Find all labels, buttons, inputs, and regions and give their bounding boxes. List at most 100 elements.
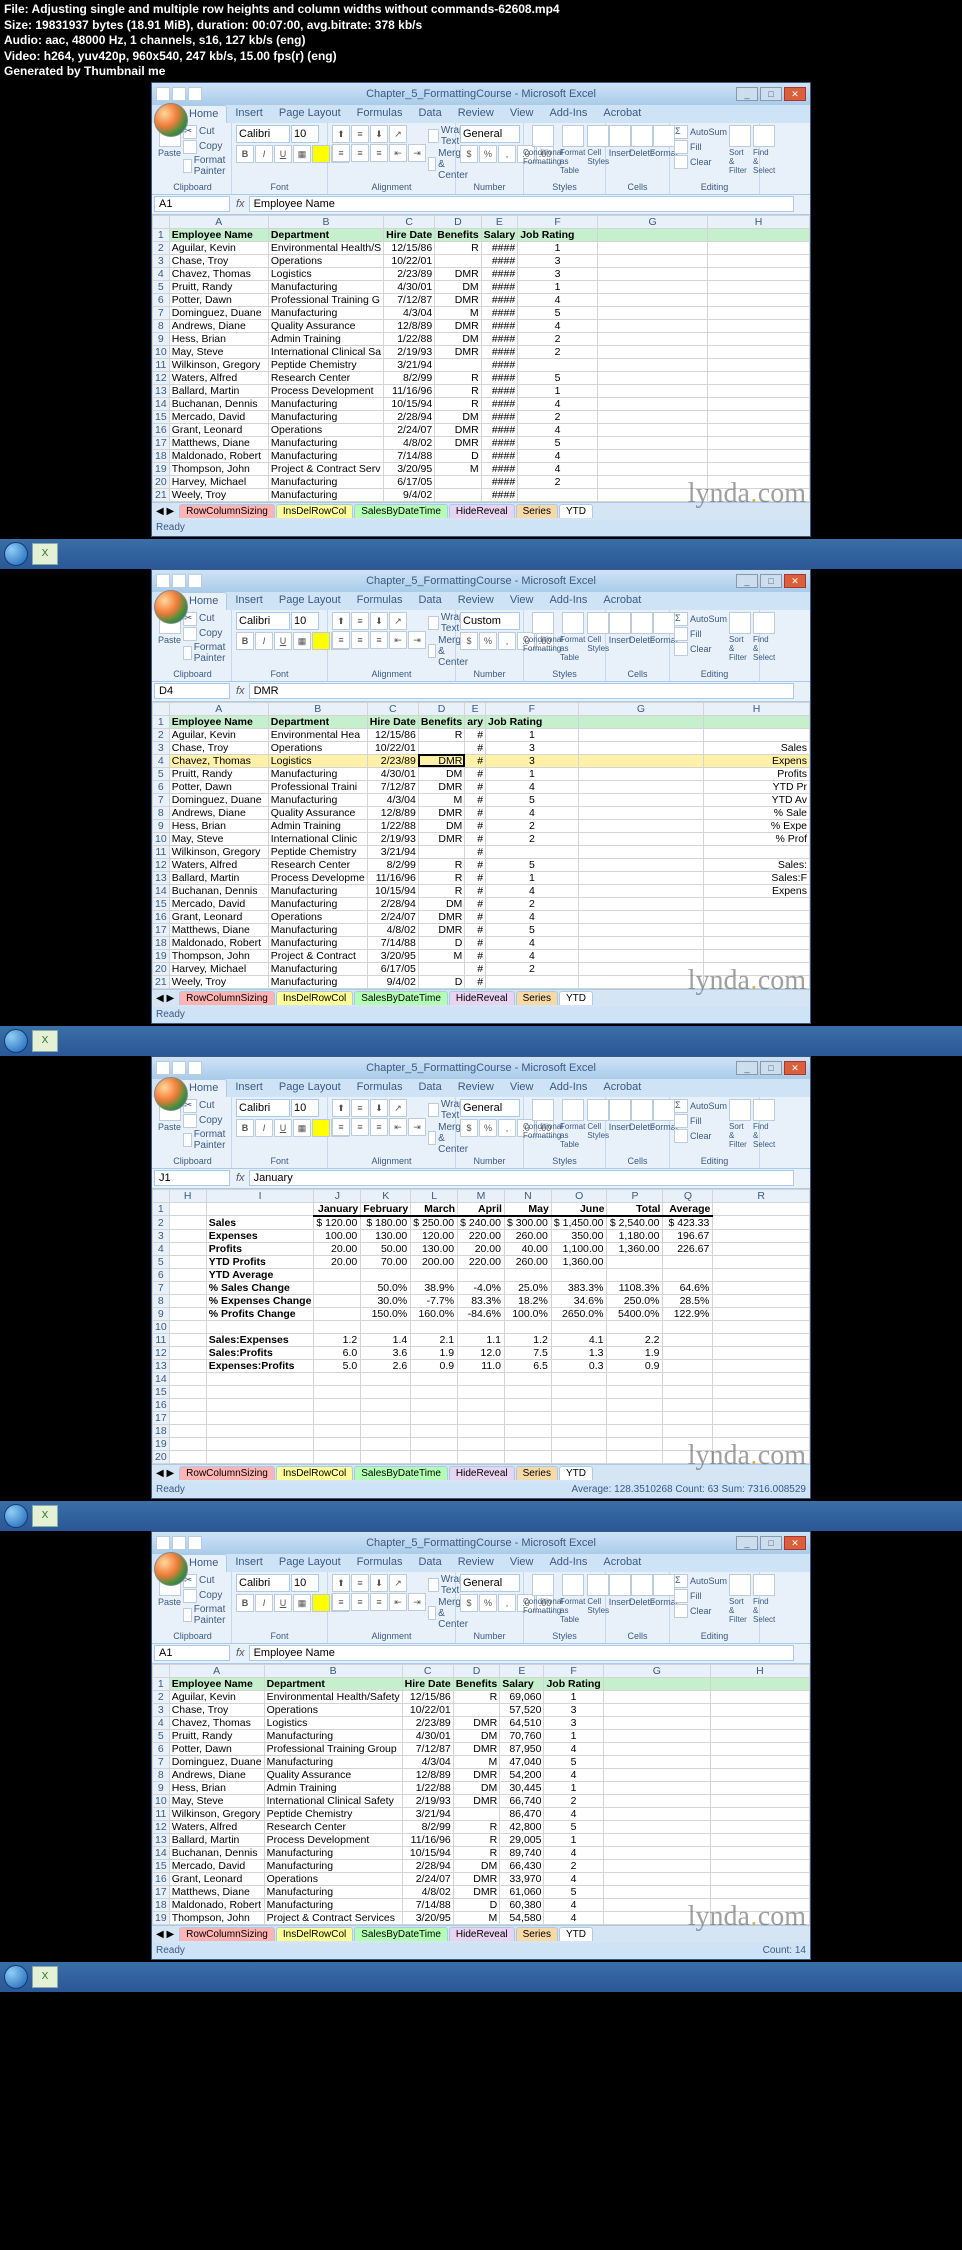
align-right[interactable]: ≡ bbox=[370, 1593, 388, 1611]
find-select-button[interactable]: Find & Select bbox=[753, 1574, 775, 1624]
align-cen[interactable]: ≡ bbox=[351, 1593, 369, 1611]
cell[interactable]: Maldonado, Robert bbox=[169, 449, 268, 462]
sheet-tab-1[interactable]: InsDelRowCol bbox=[276, 1927, 353, 1941]
cell[interactable]: # bbox=[465, 897, 486, 910]
cell[interactable]: Buchanan, Dennis bbox=[169, 884, 268, 897]
row-header[interactable]: 4 bbox=[153, 267, 170, 280]
underline-button[interactable]: U bbox=[274, 1119, 292, 1137]
clear-button[interactable]: Clear bbox=[674, 642, 727, 656]
align-mid[interactable]: ≡ bbox=[351, 612, 369, 630]
cell[interactable]: DM bbox=[453, 1859, 499, 1872]
cell[interactable]: #### bbox=[481, 254, 518, 267]
row-header[interactable]: 21 bbox=[153, 488, 170, 501]
cell[interactable]: 3.6 bbox=[361, 1346, 411, 1359]
cell[interactable]: # bbox=[465, 923, 486, 936]
cell[interactable]: 4 bbox=[486, 884, 579, 897]
align-left[interactable]: ≡ bbox=[332, 1593, 350, 1611]
row-header[interactable]: 8 bbox=[153, 319, 170, 332]
bold-button[interactable]: B bbox=[236, 1594, 254, 1612]
cell[interactable]: 1,360.00 bbox=[607, 1242, 663, 1255]
header-cell[interactable]: Job Rating bbox=[544, 1677, 603, 1690]
border-button[interactable]: ▦ bbox=[293, 145, 311, 163]
col-header[interactable]: R bbox=[713, 1189, 810, 1202]
font-size-select[interactable] bbox=[291, 125, 319, 143]
bold-button[interactable]: B bbox=[236, 145, 254, 163]
cell[interactable]: 2 bbox=[486, 832, 579, 845]
cell[interactable]: # bbox=[465, 884, 486, 897]
cell[interactable]: Manufacturing bbox=[264, 1859, 402, 1872]
tab-nav[interactable]: ◀ ▶ bbox=[156, 506, 174, 517]
spreadsheet-grid[interactable]: ABCDEFGH1Employee NameDepartmentHire Dat… bbox=[152, 215, 810, 502]
cell[interactable]: 20.00 bbox=[314, 1255, 361, 1268]
formula-bar[interactable]: January bbox=[249, 1170, 794, 1186]
format-table-button[interactable]: Format as Table bbox=[560, 612, 585, 662]
cell[interactable]: 1108.3% bbox=[607, 1281, 663, 1294]
excel-taskbar-icon[interactable]: X bbox=[32, 543, 58, 565]
cell[interactable]: 260.00 bbox=[504, 1229, 551, 1242]
cell[interactable]: 2/23/89 bbox=[367, 754, 418, 767]
cell[interactable]: 3/21/94 bbox=[384, 358, 435, 371]
tab-review[interactable]: Review bbox=[450, 1554, 502, 1572]
cell[interactable]: 2 bbox=[518, 410, 598, 423]
cell[interactable]: 66,430 bbox=[500, 1859, 544, 1872]
cut-button[interactable]: ✂Cut bbox=[183, 125, 231, 139]
col-header[interactable]: C bbox=[384, 215, 435, 228]
cell[interactable]: 2/23/89 bbox=[402, 1716, 453, 1729]
format-painter-button[interactable]: Format Painter bbox=[183, 1604, 231, 1626]
cell[interactable]: 83.3% bbox=[458, 1294, 505, 1307]
cell[interactable]: 33,970 bbox=[500, 1872, 544, 1885]
cell[interactable]: Chase, Troy bbox=[169, 1703, 264, 1716]
cell[interactable] bbox=[411, 1320, 458, 1333]
number-format-select[interactable] bbox=[460, 1574, 520, 1592]
tab-insert[interactable]: Insert bbox=[227, 1079, 271, 1097]
cell[interactable] bbox=[435, 488, 481, 501]
cell[interactable]: 4/8/02 bbox=[384, 436, 435, 449]
cell[interactable]: 5 bbox=[486, 858, 579, 871]
cell[interactable]: 160.0% bbox=[411, 1307, 458, 1320]
cell[interactable]: Environmental Hea bbox=[268, 728, 367, 741]
cell[interactable]: 18.2% bbox=[504, 1294, 551, 1307]
cell[interactable]: 12/15/86 bbox=[402, 1690, 453, 1703]
cell[interactable]: Manufacturing bbox=[268, 488, 383, 501]
cell[interactable]: 4 bbox=[518, 397, 598, 410]
row-label[interactable]: Sales:Profits bbox=[206, 1346, 314, 1359]
underline-button[interactable]: U bbox=[274, 632, 292, 650]
align-left[interactable]: ≡ bbox=[332, 1118, 350, 1136]
cell[interactable]: DM bbox=[418, 767, 464, 780]
align-right[interactable]: ≡ bbox=[370, 144, 388, 162]
cell[interactable]: DMR bbox=[453, 1885, 499, 1898]
col-header[interactable]: L bbox=[411, 1189, 458, 1202]
header-cell[interactable]: Benefits bbox=[418, 715, 464, 728]
formula-bar[interactable]: Employee Name bbox=[249, 196, 794, 212]
cell[interactable]: Professional Training Group bbox=[264, 1742, 402, 1755]
align-top[interactable]: ⬆ bbox=[332, 1574, 350, 1592]
cell[interactable]: Ballard, Martin bbox=[169, 384, 268, 397]
fill-button[interactable]: Fill bbox=[674, 1114, 727, 1128]
save-icon[interactable] bbox=[156, 1536, 170, 1550]
cell[interactable]: 12/15/86 bbox=[367, 728, 418, 741]
cell[interactable]: #### bbox=[481, 267, 518, 280]
row-header[interactable]: 1 bbox=[153, 228, 170, 241]
formula-bar[interactable]: DMR bbox=[249, 683, 794, 699]
row-header[interactable]: 8 bbox=[153, 806, 170, 819]
copy-button[interactable]: Copy bbox=[183, 627, 231, 641]
cell[interactable]: Research Center bbox=[268, 858, 367, 871]
close-button[interactable]: ✕ bbox=[784, 574, 806, 588]
cell[interactable]: 70.00 bbox=[361, 1255, 411, 1268]
row-label[interactable]: % Sales Change bbox=[206, 1281, 314, 1294]
cell[interactable]: 4/8/02 bbox=[402, 1885, 453, 1898]
cell[interactable]: Manufacturing bbox=[264, 1898, 402, 1911]
cell[interactable]: Manufacturing bbox=[268, 410, 383, 423]
cell[interactable]: 1/22/88 bbox=[367, 819, 418, 832]
cell[interactable]: 2 bbox=[544, 1794, 603, 1807]
cell[interactable]: #### bbox=[481, 319, 518, 332]
cell[interactable]: Peptide Chemistry bbox=[268, 845, 367, 858]
cell[interactable]: Manufacturing bbox=[264, 1755, 402, 1768]
cell[interactable]: Andrews, Diane bbox=[169, 806, 268, 819]
row-header[interactable]: 19 bbox=[153, 949, 170, 962]
cell[interactable]: 4/30/01 bbox=[384, 280, 435, 293]
align-bot[interactable]: ⬇ bbox=[370, 612, 388, 630]
sort-filter-button[interactable]: Sort & Filter bbox=[729, 612, 751, 662]
cell[interactable]: Mercado, David bbox=[169, 410, 268, 423]
clear-button[interactable]: Clear bbox=[674, 1604, 727, 1618]
